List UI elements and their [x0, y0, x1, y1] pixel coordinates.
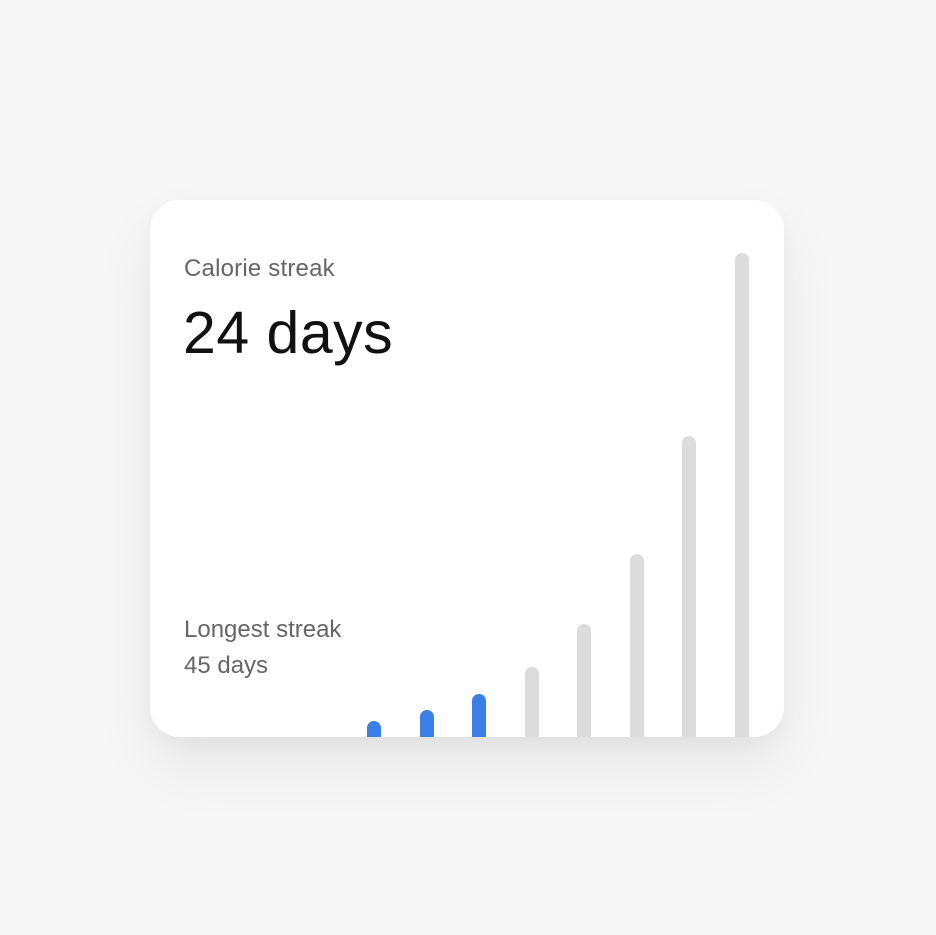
- streak-bar-chart: [150, 200, 784, 737]
- streak-bar: [682, 436, 696, 737]
- streak-bar: [420, 710, 434, 737]
- streak-bar: [735, 253, 749, 737]
- streak-bar: [472, 694, 486, 737]
- streak-bar: [630, 554, 644, 737]
- streak-bar: [577, 624, 591, 737]
- streak-bar: [525, 667, 539, 737]
- streak-bar: [367, 721, 381, 737]
- streak-card: Calorie streak 24 days Longest streak 45…: [150, 200, 784, 737]
